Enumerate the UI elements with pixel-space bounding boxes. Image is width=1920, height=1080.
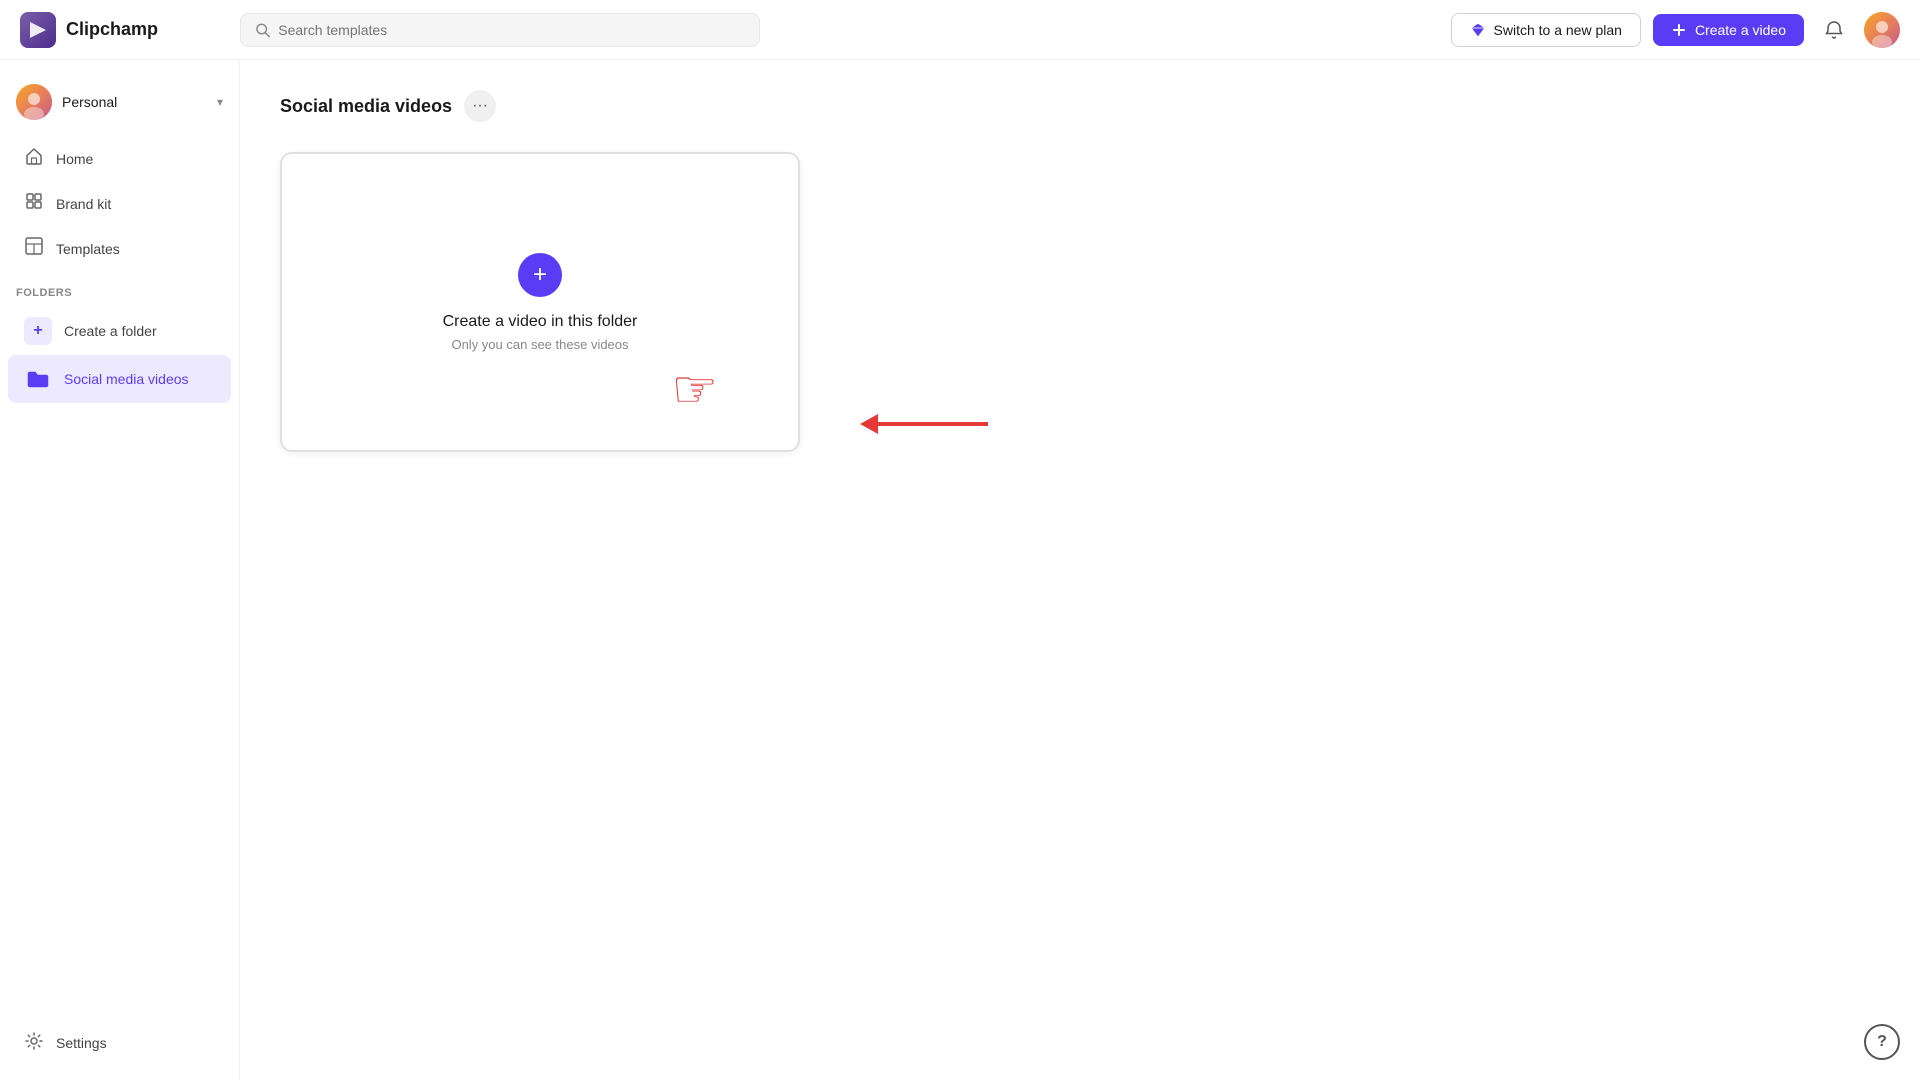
- user-avatar-sidebar: [16, 84, 52, 120]
- diamond-icon: [1470, 22, 1486, 38]
- plus-icon: [1671, 22, 1687, 38]
- create-video-label: Create a video: [1695, 22, 1786, 38]
- header-right: Switch to a new plan Create a video: [1451, 12, 1900, 48]
- create-folder-item[interactable]: + Create a folder: [8, 307, 231, 355]
- switch-plan-button[interactable]: Switch to a new plan: [1451, 13, 1641, 47]
- home-icon: [24, 146, 44, 171]
- settings-icon: [24, 1031, 44, 1054]
- switch-plan-label: Switch to a new plan: [1494, 22, 1622, 38]
- notifications-button[interactable]: [1816, 12, 1852, 48]
- create-card-subtitle: Only you can see these videos: [451, 337, 628, 352]
- templates-icon: [24, 236, 44, 261]
- app-name: Clipchamp: [66, 19, 158, 40]
- create-card-plus-icon: +: [518, 253, 562, 297]
- sidebar-item-settings[interactable]: Settings: [8, 1021, 231, 1064]
- arrow-line: [878, 422, 988, 426]
- search-input[interactable]: [278, 22, 745, 38]
- red-arrow-annotation: [860, 414, 988, 434]
- user-section[interactable]: Personal ▾: [0, 76, 239, 136]
- clipchamp-logo-icon: [20, 12, 56, 48]
- main-layout: Personal ▾ Home Brand kit: [0, 60, 1920, 1080]
- folder-title: Social media videos: [280, 96, 452, 117]
- sidebar-bottom: Settings: [0, 1021, 239, 1064]
- brand-kit-icon: [24, 191, 44, 216]
- social-media-videos-label: Social media videos: [64, 371, 189, 387]
- help-button[interactable]: ?: [1864, 1024, 1900, 1060]
- content-area: Social media videos ··· + Create a video…: [240, 60, 1920, 1080]
- folder-header: Social media videos ···: [280, 90, 1880, 122]
- user-avatar-header[interactable]: [1864, 12, 1900, 48]
- search-bar[interactable]: [240, 13, 760, 47]
- folder-more-button[interactable]: ···: [464, 90, 496, 122]
- cursor-hand-icon: ☞: [671, 360, 718, 420]
- create-video-button[interactable]: Create a video: [1653, 14, 1804, 46]
- sidebar-item-templates-label: Templates: [56, 241, 120, 257]
- search-icon: [255, 22, 270, 38]
- sidebar-item-home-label: Home: [56, 151, 93, 167]
- chevron-down-icon: ▾: [217, 95, 223, 109]
- sidebar-item-templates[interactable]: Templates: [8, 226, 231, 271]
- sidebar-item-brand-kit[interactable]: Brand kit: [8, 181, 231, 226]
- sidebar-item-brand-kit-label: Brand kit: [56, 196, 111, 212]
- folder-icon: [24, 365, 52, 393]
- create-folder-label: Create a folder: [64, 323, 157, 339]
- create-video-card[interactable]: + Create a video in this folder Only you…: [280, 152, 800, 452]
- create-card-title: Create a video in this folder: [443, 313, 638, 331]
- create-folder-icon: +: [24, 317, 52, 345]
- settings-label: Settings: [56, 1035, 107, 1051]
- sidebar: Personal ▾ Home Brand kit: [0, 60, 240, 1080]
- header: Clipchamp Switch to a new plan Create a …: [0, 0, 1920, 60]
- sidebar-item-home[interactable]: Home: [8, 136, 231, 181]
- bell-icon: [1824, 20, 1844, 40]
- arrow-head: [860, 414, 878, 434]
- user-name: Personal: [62, 94, 117, 110]
- logo-area: Clipchamp: [20, 12, 220, 48]
- folders-section-label: FOLDERS: [0, 271, 239, 307]
- sidebar-item-social-media-videos[interactable]: Social media videos: [8, 355, 231, 403]
